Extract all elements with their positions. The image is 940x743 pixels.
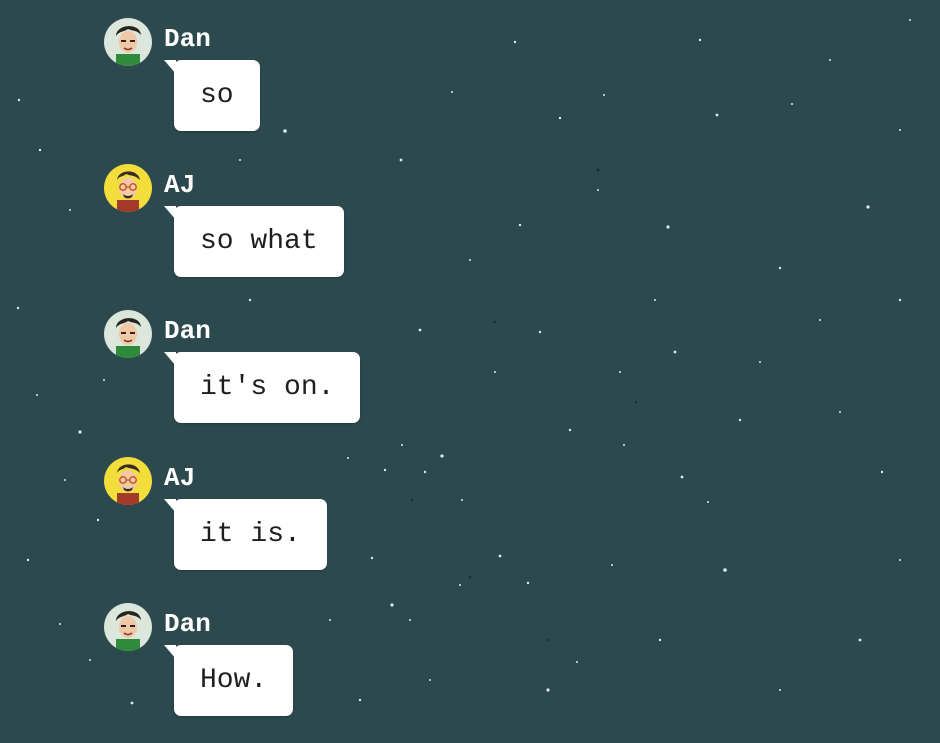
- message-bubble[interactable]: so what: [164, 206, 344, 277]
- aj-avatar[interactable]: [104, 164, 152, 212]
- sender-name: Dan: [164, 609, 211, 639]
- bubble-tail: [164, 206, 176, 220]
- bubble-tail: [164, 60, 176, 74]
- sender-name: Dan: [164, 316, 211, 346]
- dan-avatar-icon: [104, 603, 152, 651]
- sender-name: Dan: [164, 24, 211, 54]
- dan-avatar-icon: [104, 18, 152, 66]
- aj-avatar-icon: [104, 164, 152, 212]
- message-text: so: [200, 80, 234, 111]
- aj-avatar-icon: [104, 457, 152, 505]
- dan-avatar[interactable]: [104, 18, 152, 66]
- message-bubble[interactable]: so: [164, 60, 260, 131]
- chat-message: AJ so what: [104, 164, 524, 304]
- message-text: it is.: [200, 519, 301, 550]
- chat-thread: Dan so AJ so what Dan it's on. AJ it is.…: [0, 0, 940, 734]
- sender-name: AJ: [164, 170, 196, 200]
- dan-avatar-icon: [104, 310, 152, 358]
- message-bubble[interactable]: it's on.: [164, 352, 361, 423]
- dan-avatar[interactable]: [104, 310, 152, 358]
- message-text: so what: [200, 226, 318, 257]
- chat-message: Dan How.: [104, 603, 524, 743]
- message-bubble[interactable]: it is.: [164, 499, 327, 570]
- bubble-tail: [164, 645, 176, 659]
- aj-avatar[interactable]: [104, 457, 152, 505]
- chat-message: Dan so: [104, 18, 524, 158]
- sender-name: AJ: [164, 463, 196, 493]
- chat-message: AJ it is.: [104, 457, 524, 597]
- message-bubble[interactable]: How.: [164, 645, 294, 716]
- bubble-tail: [164, 352, 176, 366]
- message-text: it's on.: [200, 372, 335, 403]
- dan-avatar[interactable]: [104, 603, 152, 651]
- chat-message: Dan it's on.: [104, 310, 524, 450]
- bubble-tail: [164, 499, 176, 513]
- message-text: How.: [200, 665, 268, 696]
